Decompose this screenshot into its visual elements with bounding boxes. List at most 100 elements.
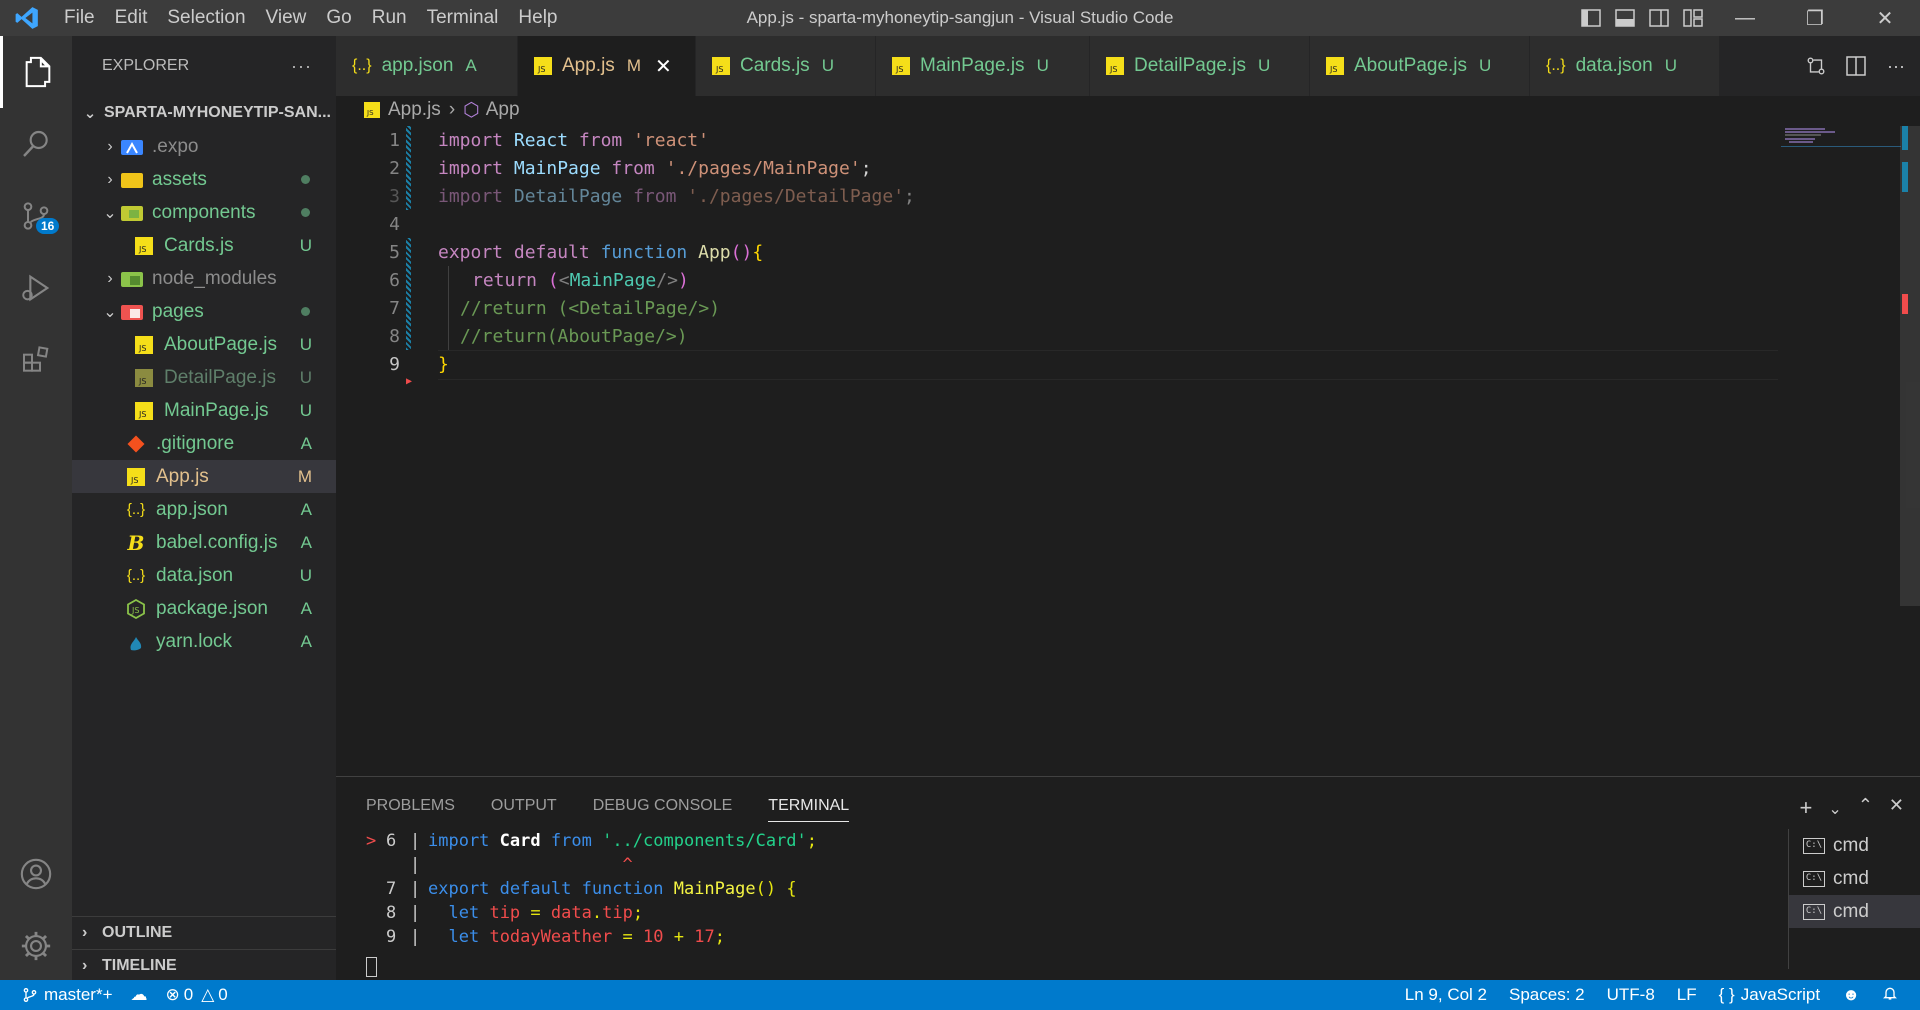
tab-mainpage-js[interactable]: JS MainPage.js U [876, 36, 1090, 96]
terminal-instance[interactable]: C:\ cmd [1789, 829, 1920, 862]
menu-edit[interactable]: Edit [105, 0, 158, 36]
tree-label: data.json [156, 564, 234, 586]
tree-file-yarn-lock[interactable]: yarn.lock A [72, 625, 336, 658]
tree-file-babel-config[interactable]: B babel.config.js A [72, 526, 336, 559]
tree-folder-components[interactable]: ⌄ components [72, 196, 336, 229]
cursor-position[interactable]: Ln 9, Col 2 [1405, 985, 1487, 1005]
tree-file-mainpage-js[interactable]: JS MainPage.js U [72, 394, 336, 427]
terminal-output[interactable]: > 6 | import Card from '../components/Ca… [366, 829, 1776, 949]
close-window-icon[interactable]: ✕ [1850, 0, 1920, 36]
tree-label: pages [152, 300, 204, 322]
branch-status[interactable]: master*+ [22, 985, 113, 1005]
tab-terminal[interactable]: TERMINAL [768, 797, 850, 822]
customize-layout-icon[interactable] [1680, 6, 1706, 30]
menu-view[interactable]: View [256, 0, 317, 36]
tree-file-app-json[interactable]: {..} app.json A [72, 493, 336, 526]
terminal-instance[interactable]: C:\ cmd [1789, 862, 1920, 895]
toggle-secondary-sidebar-icon[interactable] [1646, 6, 1672, 30]
explorer-icon[interactable] [0, 36, 72, 108]
editor-scrollbar[interactable] [1900, 126, 1920, 606]
git-file-icon [124, 433, 148, 455]
assets-folder-icon [120, 169, 144, 191]
restore-icon[interactable]: ❐ [1780, 0, 1850, 36]
activity-bar: 16 [0, 36, 72, 980]
tree-file-app-js[interactable]: JS App.js M [72, 460, 336, 493]
close-tab-icon[interactable]: ✕ [655, 54, 672, 79]
menu-file[interactable]: File [54, 0, 105, 36]
project-name: SPARTA-MYHONEYTIP-SAN... [104, 104, 331, 121]
terminal-line: > 6 | import Card from '../components/Ca… [366, 829, 1776, 853]
tab-aboutpage-js[interactable]: JS AboutPage.js U [1310, 36, 1530, 96]
terminal-line: | ^ [366, 853, 1776, 877]
breadcrumb-symbol[interactable]: App [486, 99, 520, 121]
project-root[interactable]: ⌄ SPARTA-MYHONEYTIP-SAN... [72, 96, 336, 130]
settings-gear-icon[interactable] [0, 910, 72, 982]
terminal-pipe: | [410, 831, 421, 851]
sync-icon[interactable]: ☁ [131, 985, 148, 1005]
end-of-line[interactable]: LF [1677, 985, 1697, 1005]
extensions-icon[interactable] [0, 324, 72, 396]
new-terminal-icon[interactable]: + [1800, 795, 1813, 821]
open-changes-icon[interactable] [1804, 54, 1828, 78]
tab-problems[interactable]: PROBLEMS [366, 797, 455, 822]
tree-file-detailpage-js[interactable]: JS DetailPage.js U [72, 361, 336, 394]
terminal-pipe: | [410, 903, 421, 923]
tree-folder-node-modules[interactable]: › node_modules [72, 262, 336, 295]
scrollbar-change-marker [1902, 126, 1908, 150]
breadcrumb-file[interactable]: App.js [388, 99, 441, 121]
js-file-icon: JS [364, 102, 380, 118]
menu-terminal[interactable]: Terminal [417, 0, 509, 36]
run-debug-icon[interactable] [0, 252, 72, 324]
toggle-primary-sidebar-icon[interactable] [1578, 6, 1604, 30]
git-status-badge: M [297, 466, 312, 486]
tree-file-gitignore[interactable]: .gitignore A [72, 427, 336, 460]
account-icon[interactable] [0, 838, 72, 910]
search-icon[interactable] [0, 108, 72, 180]
source-control-icon[interactable]: 16 [0, 180, 72, 252]
tree-file-cards-js[interactable]: JS Cards.js U [72, 229, 336, 262]
language-mode[interactable]: { } JavaScript [1719, 985, 1820, 1005]
menu-bar: File Edit Selection View Go Run Terminal… [54, 0, 568, 36]
feedback-icon[interactable]: ☻ [1842, 985, 1860, 1005]
encoding[interactable]: UTF-8 [1607, 985, 1655, 1005]
tree-folder-expo[interactable]: › .expo [72, 130, 336, 163]
tab-app-js[interactable]: JS App.js M ✕ [518, 36, 696, 96]
chevron-down-icon[interactable]: ⌄ [1828, 799, 1841, 821]
code-editor[interactable]: ▶ 1 import React from 'react' 2 import M… [336, 126, 1920, 776]
explorer-more-actions-icon[interactable]: ··· [291, 56, 312, 77]
tab-debug-console[interactable]: DEBUG CONSOLE [593, 797, 733, 822]
maximize-panel-icon[interactable]: ⌃ [1858, 795, 1873, 821]
tab-detailpage-js[interactable]: JS DetailPage.js U [1090, 36, 1310, 96]
terminal-line: 7 | export default function MainPage() { [366, 877, 1776, 901]
tree-file-data-json[interactable]: {..} data.json U [72, 559, 336, 592]
toggle-panel-icon[interactable] [1612, 6, 1638, 30]
tab-cards-js[interactable]: JS Cards.js U [696, 36, 876, 96]
tab-output[interactable]: OUTPUT [491, 797, 557, 822]
menu-run[interactable]: Run [362, 0, 417, 36]
terminal-line-number: 7 [386, 879, 397, 899]
language-name: JavaScript [1740, 985, 1821, 1004]
close-panel-icon[interactable]: ✕ [1889, 795, 1904, 821]
menu-selection[interactable]: Selection [157, 0, 255, 36]
indentation[interactable]: Spaces: 2 [1509, 985, 1585, 1005]
minimap[interactable] [1781, 126, 1901, 148]
code-text: import React from 'react' [438, 129, 709, 151]
split-editor-icon[interactable] [1844, 54, 1868, 78]
tab-data-json[interactable]: {..} data.json U [1530, 36, 1720, 96]
tree-folder-assets[interactable]: › assets [72, 163, 336, 196]
more-actions-icon[interactable]: ··· [1884, 54, 1908, 78]
menu-go[interactable]: Go [316, 0, 361, 36]
line-number: 5 [389, 241, 400, 263]
notifications-bell-icon[interactable] [1882, 984, 1898, 1007]
menu-help[interactable]: Help [508, 0, 567, 36]
tree-file-aboutpage-js[interactable]: JS AboutPage.js U [72, 328, 336, 361]
tree-folder-pages[interactable]: ⌄ pages [72, 295, 336, 328]
terminal-instance[interactable]: C:\ cmd [1789, 895, 1920, 928]
problems-status[interactable]: ⊗ 0 △ 0 [166, 985, 228, 1005]
timeline-section[interactable]: › TIMELINE [72, 949, 336, 982]
tab-app-json[interactable]: {..} app.json A [336, 36, 518, 96]
minimize-icon[interactable]: — [1710, 0, 1780, 36]
tab-label: Cards.js [740, 55, 810, 76]
tree-file-package-json[interactable]: JS package.json A [72, 592, 336, 625]
outline-section[interactable]: › OUTLINE [72, 916, 336, 949]
